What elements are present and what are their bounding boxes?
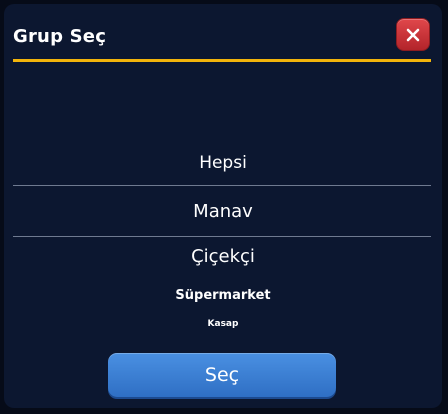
picker-option-kasap[interactable]: Kasap xyxy=(4,319,442,329)
select-button[interactable]: Seç xyxy=(108,353,336,397)
group-select-dialog: Grup Seç Hepsi Manav Çiçekçi Süpermarket… xyxy=(4,4,442,408)
picker-option-manav[interactable]: Manav xyxy=(4,201,442,222)
selection-divider-top xyxy=(13,185,431,186)
group-picker-wheel[interactable]: Hepsi Manav Çiçekçi Süpermarket Kasap xyxy=(4,4,442,408)
picker-option-supermarket[interactable]: Süpermarket xyxy=(4,288,442,303)
picker-option-hepsi[interactable]: Hepsi xyxy=(4,153,442,173)
picker-option-cicekci[interactable]: Çiçekçi xyxy=(4,246,442,267)
selection-divider-bottom xyxy=(13,236,431,237)
